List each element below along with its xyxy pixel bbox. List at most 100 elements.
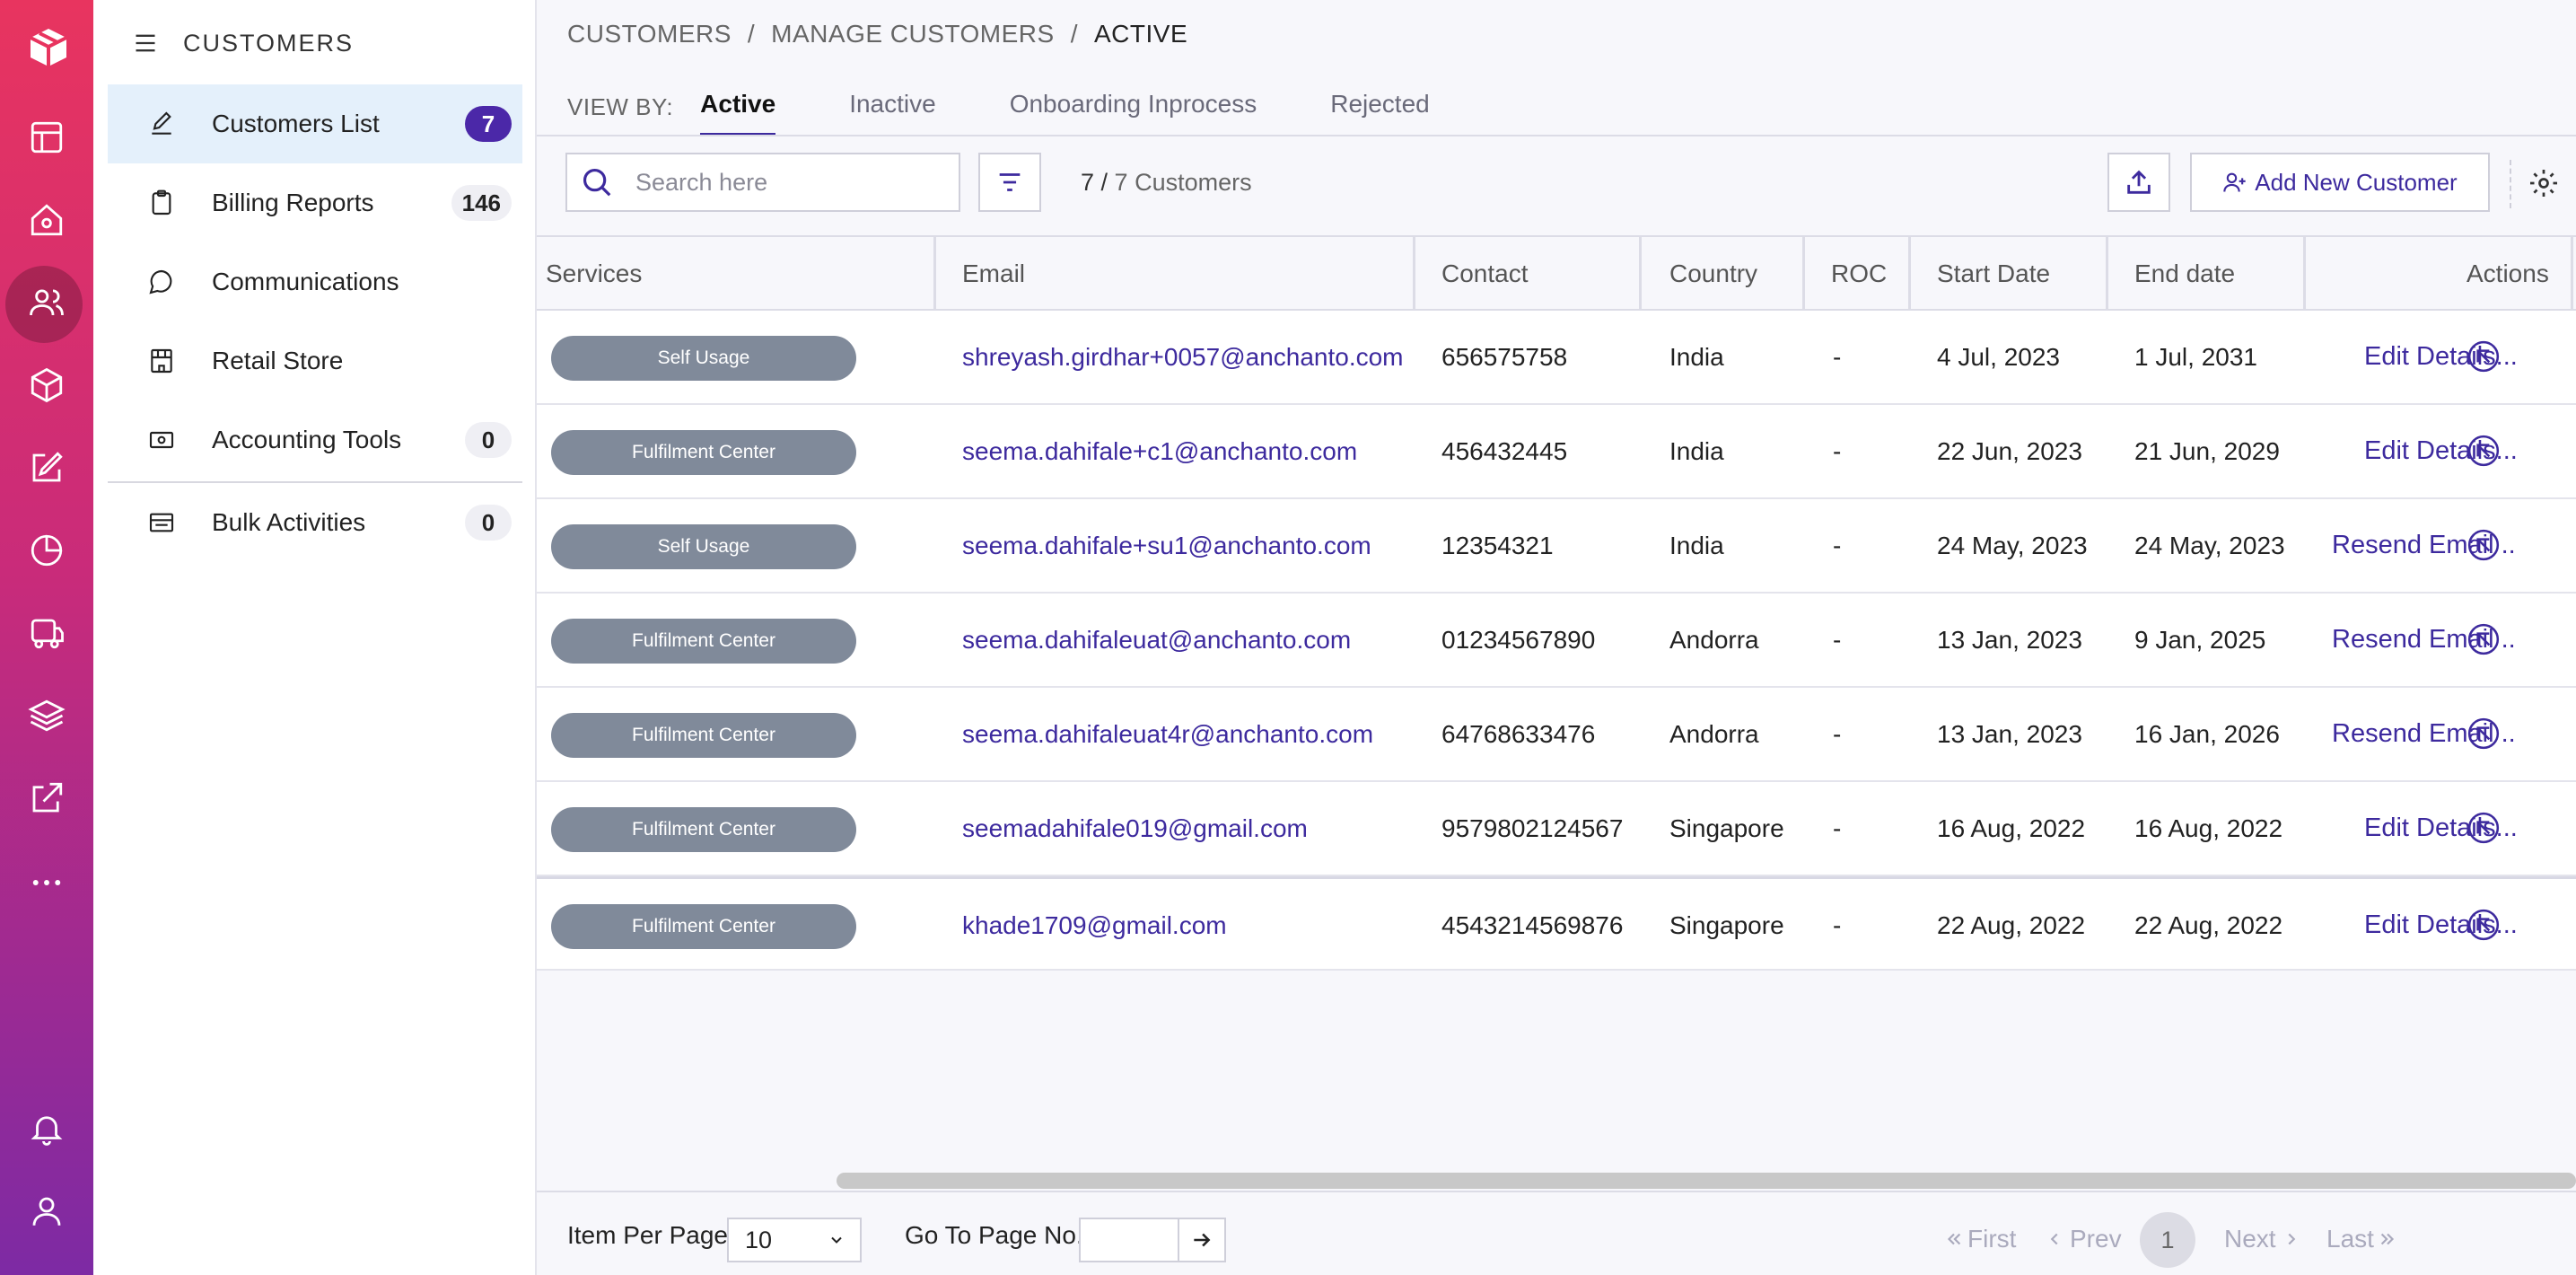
first-page-button[interactable]: First (1944, 1225, 2016, 1253)
end-date-cell: 9 Jan, 2025 (2134, 625, 2266, 654)
start-date-cell: 22 Jun, 2023 (1937, 436, 2082, 465)
roc-cell: - (1833, 625, 1842, 654)
cash-icon (149, 431, 174, 449)
contact-cell: 4543214569876 (1441, 910, 1624, 939)
hamburger-icon[interactable] (133, 31, 158, 56)
end-date-cell: 1 Jul, 2031 (2134, 342, 2257, 371)
end-date-cell: 24 May, 2023 (2134, 531, 2285, 559)
sidebar-item-customers-list[interactable]: Customers List 7 (108, 84, 522, 163)
arrow-up-left-circle-icon[interactable] (2466, 908, 2501, 942)
box-icon[interactable] (5, 347, 88, 424)
arrow-up-left-circle-icon[interactable] (2466, 622, 2501, 656)
next-page-button[interactable]: Next (2224, 1225, 2301, 1253)
arrow-up-left-circle-icon[interactable] (2466, 717, 2501, 751)
arrow-up-left-circle-icon[interactable] (2466, 528, 2501, 562)
more-icon[interactable] (5, 844, 88, 921)
email-link[interactable]: shreyash.girdhar+0057@anchanto.com (962, 311, 1404, 403)
brand-logo-icon[interactable] (18, 18, 75, 75)
sidebar-item-billing-reports[interactable]: Billing Reports 146 (108, 163, 522, 242)
add-new-customer-label: Add New Customer (2255, 168, 2458, 196)
sidebar-item-bulk-activities[interactable]: Bulk Activities 0 (108, 483, 522, 562)
column-resize-handle[interactable] (1802, 237, 1805, 311)
column-header-roc[interactable]: ROC (1831, 237, 1887, 311)
start-date-cell: 13 Jan, 2023 (1937, 719, 2082, 748)
column-header-start-date[interactable]: Start Date (1937, 237, 2050, 311)
go-to-page-input[interactable] (1079, 1218, 1179, 1262)
gear-icon[interactable] (2528, 167, 2560, 199)
breadcrumb-customers[interactable]: CUSTOMERS (567, 20, 732, 48)
truck-icon[interactable] (5, 594, 88, 672)
upload-icon (2127, 170, 2151, 194)
end-date-cell: 16 Jan, 2026 (2134, 719, 2280, 748)
service-badge: Self Usage (551, 524, 856, 569)
user-icon[interactable] (5, 1173, 88, 1250)
country-cell: India (1669, 531, 1724, 559)
table-row[interactable]: Fulfilment Center seema.dahifale+c1@anch… (537, 405, 2576, 499)
roc-cell: - (1833, 436, 1842, 465)
service-badge: Self Usage (551, 336, 856, 381)
arrow-up-left-circle-icon[interactable] (2466, 811, 2501, 845)
layout-icon[interactable] (5, 99, 88, 176)
table-row[interactable]: Fulfilment Center khade1709@gmail.com 45… (537, 876, 2576, 971)
filter-button[interactable] (978, 153, 1041, 212)
item-per-page-select[interactable]: 10 (727, 1218, 862, 1262)
users-icon[interactable] (5, 264, 88, 343)
country-cell: Singapore (1669, 910, 1784, 939)
add-new-customer-button[interactable]: Add New Customer (2190, 153, 2490, 212)
search-input[interactable] (635, 168, 941, 197)
table-row[interactable]: Self Usage shreyash.girdhar+0057@anchant… (537, 311, 2576, 405)
icon-rail (0, 0, 93, 1275)
column-header-country[interactable]: Country (1669, 237, 1757, 311)
external-link-icon[interactable] (5, 760, 88, 837)
column-resize-handle[interactable] (1908, 237, 1911, 311)
tab-onboarding-inprocess[interactable]: Onboarding Inprocess (1010, 86, 1257, 136)
table-row[interactable]: Fulfilment Center seema.dahifaleuat4r@an… (537, 688, 2576, 782)
column-header-end-date[interactable]: End date (2134, 237, 2235, 311)
tab-inactive[interactable]: Inactive (849, 86, 936, 136)
column-resize-handle[interactable] (2303, 237, 2306, 311)
email-link[interactable]: seema.dahifaleuat@anchanto.com (962, 594, 1351, 686)
email-link[interactable]: seema.dahifaleuat4r@anchanto.com (962, 688, 1373, 780)
table-row[interactable]: Fulfilment Center seemadahifale019@gmail… (537, 782, 2576, 876)
first-label: First (1967, 1225, 2017, 1253)
tab-rejected[interactable]: Rejected (1330, 86, 1430, 136)
go-to-page-button[interactable] (1179, 1218, 1226, 1262)
sidebar-item-accounting-tools[interactable]: Accounting Tools 0 (108, 400, 522, 479)
pie-chart-icon[interactable] (5, 512, 88, 589)
sidebar-header: CUSTOMERS (133, 23, 354, 63)
sidebar-item-communications[interactable]: Communications (108, 242, 522, 321)
current-page-button[interactable]: 1 (2140, 1212, 2195, 1268)
column-resize-handle[interactable] (1413, 237, 1415, 311)
prev-page-button[interactable]: Prev (2045, 1225, 2122, 1253)
column-resize-handle[interactable] (1639, 237, 1642, 311)
breadcrumb-manage-customers[interactable]: MANAGE CUSTOMERS (771, 20, 1055, 48)
table-row[interactable]: Self Usage seema.dahifale+su1@anchanto.c… (537, 499, 2576, 594)
arrow-up-left-circle-icon[interactable] (2466, 434, 2501, 468)
search-icon (583, 168, 611, 197)
arrow-up-left-circle-icon[interactable] (2466, 339, 2501, 374)
tab-active[interactable]: Active (700, 86, 776, 136)
breadcrumb-separator: / (747, 20, 756, 48)
edit-icon[interactable] (5, 429, 88, 506)
home-icon[interactable] (5, 181, 88, 259)
email-link[interactable]: seema.dahifale+c1@anchanto.com (962, 405, 1357, 497)
column-header-contact[interactable]: Contact (1441, 237, 1529, 311)
layers-icon[interactable] (5, 677, 88, 754)
last-page-button[interactable]: Last (2326, 1225, 2397, 1253)
column-resize-handle[interactable] (2106, 237, 2108, 311)
sidebar-item-retail-store[interactable]: Retail Store (108, 321, 522, 400)
bell-icon[interactable] (5, 1090, 88, 1167)
count-badge: 7 (465, 106, 512, 142)
email-link[interactable]: seema.dahifale+su1@anchanto.com (962, 499, 1371, 592)
horizontal-scrollbar[interactable] (837, 1173, 2576, 1189)
store-icon (151, 348, 172, 374)
email-link[interactable]: seemadahifale019@gmail.com (962, 782, 1308, 875)
column-resize-handle[interactable] (2571, 237, 2573, 311)
email-link[interactable]: khade1709@gmail.com (962, 879, 1227, 972)
table-row[interactable]: Fulfilment Center seema.dahifaleuat@anch… (537, 594, 2576, 688)
country-cell: Andorra (1669, 719, 1759, 748)
column-resize-handle[interactable] (933, 237, 936, 311)
column-header-email[interactable]: Email (962, 237, 1025, 311)
export-button[interactable] (2107, 153, 2170, 212)
column-header-services[interactable]: Services (546, 237, 642, 311)
